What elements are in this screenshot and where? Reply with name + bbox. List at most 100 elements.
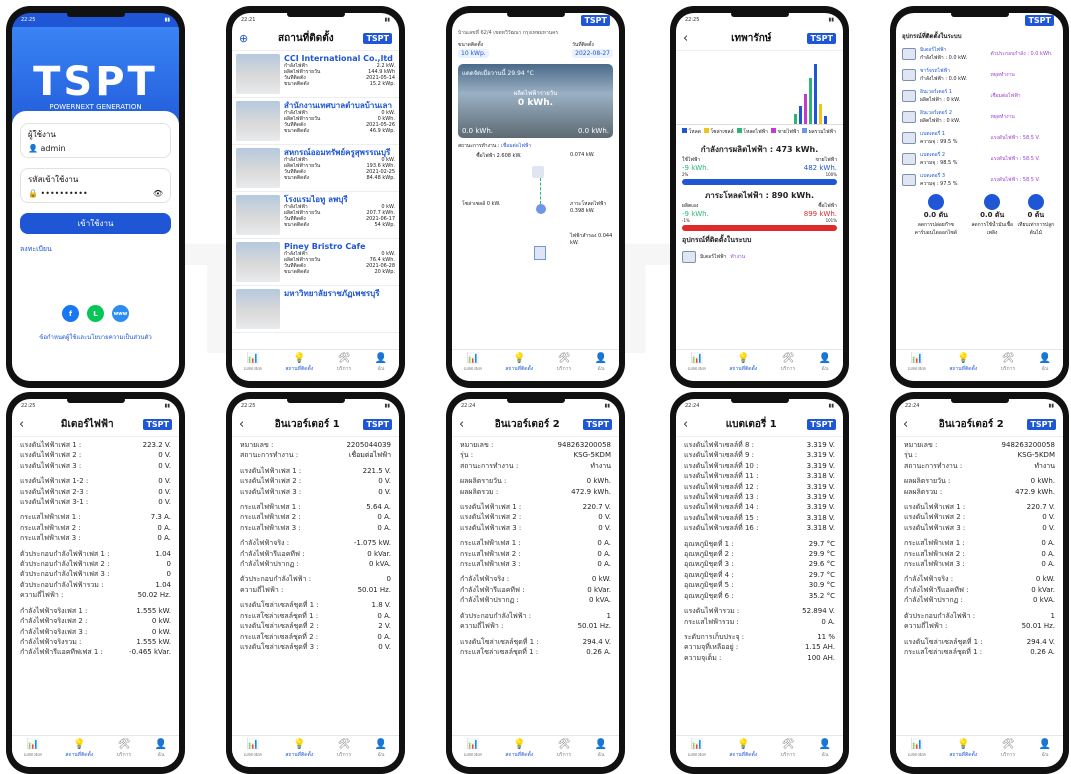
nav-item-2[interactable]: 🛠 บริการ [781,353,795,373]
device-item[interactable]: มิเตอร์ไฟฟ้า กำลังไฟฟ้า : 0.0 kW. ตัวประกอ… [902,46,1057,62]
username-field[interactable]: ผู้ใช้งาน 👤 admin [20,123,171,158]
nav-item-0[interactable]: 📊 แสดงผล [688,739,706,759]
nav-item-2[interactable]: 🛠 บริการ [557,353,571,373]
brand-logo: TSPT [33,58,158,105]
nav-item-0[interactable]: 📊 แสดงผล [908,739,926,759]
site-list-item[interactable]: โรงแรมไอทู ลพบุรี กำลังไฟฟ้า 0 kW. ผลิตไฟฟ้… [232,192,399,239]
nav-item-3[interactable]: 👤 ฉัน [819,353,831,373]
nav-icon: 👤 [594,353,608,364]
add-icon[interactable]: ⊕ [239,32,248,45]
nav-item-3[interactable]: 👤 ฉัน [155,739,167,759]
phone-devices: TSPT อุปกรณ์ที่ติดตั้งในระบบ มิเตอร์ไฟฟ้… [890,6,1069,388]
nav-item-3[interactable]: 👤 ฉัน [595,739,607,759]
nav-item-2[interactable]: 🛠 บริการ [557,739,571,759]
eye-icon[interactable]: 👁 [153,189,163,198]
back-icon[interactable]: ‹ [683,417,695,432]
back-icon[interactable]: ‹ [459,417,471,432]
site-list-item[interactable]: Piney Bristro Cafe กำลังไฟฟ้า 0 kW. ผลิตไฟฟ… [232,239,399,286]
detail-row: ความถี่ไฟฟ้า :50.01 Hz. [460,622,611,631]
detail-row: กำลังไฟฟ้าจริงรวม :1.555 kW. [20,637,171,646]
device-item[interactable]: แบตเตอรี่ 3 ความจุ : 97.5 % แรงดันไฟฟ้า : … [902,172,1057,188]
detail-row: กำลังไฟฟ้าจริง :0 kW. [904,575,1055,584]
nav-item-3[interactable]: 👤 ฉัน [1039,353,1051,373]
detail-row: ระดับการเก็บประจุ :11 % [684,632,835,641]
nav-item-1[interactable]: 💡 สถานที่ติดตั้ง [65,739,93,759]
site-name: มหาวิทยาลัยราชภัฏเพชรบุรี [284,289,380,298]
website-icon[interactable]: www [112,305,129,322]
nav-item-1[interactable]: 💡 สถานที่ติดตั้ง [505,353,533,373]
facebook-icon[interactable]: f [62,305,79,322]
nav-item-2[interactable]: 🛠 บริการ [337,353,351,373]
bottom-nav: 📊 แสดงผล 💡 สถานที่ติดตั้ง 🛠 บริการ 👤 ฉัน [452,735,619,767]
site-list-item[interactable]: สหกรณ์ออมทรัพย์ครูสุพรรณบุรี กำลังไฟฟ้า 0 … [232,145,399,192]
detail-row: อุณหภูมิชุดที่ 4 :29.7 °C [684,570,835,579]
nav-item-0[interactable]: 📊 แสดงผล [464,353,482,373]
nav-item-2[interactable]: 🛠 บริการ [781,739,795,759]
site-list-item[interactable]: มหาวิทยาลัยราชภัฏเพชรบุรี [232,286,399,333]
policy-link[interactable]: ข้อกำหนดผู้ใช้และนโยบายความเป็นส่วนตัว [20,332,171,342]
nav-icon: 💡 [73,739,86,750]
register-link[interactable]: ลงทะเบียน [20,244,171,255]
nav-icon: 🛠 [337,739,351,750]
nav-item-0[interactable]: 📊 แสดงผล [464,739,482,759]
nav-icon: 🛠 [117,739,131,750]
nav-item-1[interactable]: 💡 สถานที่ติดตั้ง [505,739,533,759]
nav-item-3[interactable]: 👤 ฉัน [375,739,387,759]
nav-item-0[interactable]: 📊 แสดงผล [244,353,262,373]
nav-item-0[interactable]: 📊 แสดงผล [244,739,262,759]
device-item[interactable]: แบตเตอรี่ 2 ความจุ : 98.5 % แรงดันไฟฟ้า : … [902,151,1057,167]
nav-item-2[interactable]: 🛠 บริการ [1001,353,1015,373]
detail-row: ตัวประกอบกำลังไฟฟ้ารวม :1.04 [20,580,171,589]
nav-item-3[interactable]: 👤 ฉัน [819,739,831,759]
detail-row: แรงดันโซล่าเซลล์ชุดที่ 2 :2 V. [240,622,391,631]
nav-item-1[interactable]: 💡 สถานที่ติดตั้ง [285,353,313,373]
detail-row: แรงดันไฟฟ้าเฟส 1-2 :0 V. [20,477,171,486]
back-icon[interactable]: ‹ [239,417,251,432]
nav-icon: 🛠 [557,353,571,364]
detail-row: กระแสไฟฟ้าเฟส 2 :0 A. [240,513,391,522]
bottom-nav: 📊 แสดงผล 💡 สถานที่ติดตั้ง 🛠 บริการ 👤 ฉัน [232,735,399,767]
nav-item-3[interactable]: 👤 ฉัน [595,353,607,373]
site-list-item[interactable]: สำนักงานเทศบาลตำบลบ้านเลา กำลังไฟฟ้า 0 kW.… [232,98,399,145]
detail-row: แรงดันโซล่าเซลล์ชุดที่ 3 :0 V. [240,642,391,651]
nav-icon: 💡 [513,739,526,750]
nav-item-0[interactable]: 📊 แสดงผล [24,739,42,759]
line-icon[interactable]: L [87,305,104,322]
back-icon[interactable]: ‹ [683,31,695,46]
nav-item-1[interactable]: 💡 สถานที่ติดตั้ง [949,739,977,759]
device-item[interactable]: อินเวอร์เตอร์ 1 ผลิตไฟฟ้า : 0 kW. เชื่อมต่… [902,88,1057,104]
login-button[interactable]: เข้าใช้งาน [20,213,171,234]
nav-item-1[interactable]: 💡 สถานที่ติดตั้ง [285,739,313,759]
nav-item-0[interactable]: 📊 แสดงผล [688,353,706,373]
device-icon [902,153,916,165]
nav-item-3[interactable]: 👤 ฉัน [375,353,387,373]
nav-icon: 🛠 [337,353,351,364]
nav-item-0[interactable]: 📊 แสดงผล [908,353,926,373]
site-name: สหกรณ์ออมทรัพย์ครูสุพรรณบุรี [284,148,391,157]
detail-row: ผลผลิตรายวัน :0 kWh. [460,477,611,486]
site-photo: แดดจัดเมื่อวานนี้ 29.94 °C ผลิตไฟฟ้ารายว… [458,64,613,138]
detail-row: กระแสไฟฟ้าเฟส 2 :0 A. [904,549,1055,558]
device-item[interactable]: แบตเตอรี่ 1 ความจุ : 99.5 % แรงดันไฟฟ้า : … [902,130,1057,146]
detail-row: กระแสโซล่าเซลล์ชุดที่ 1 :0.26 A. [904,647,1055,656]
nav-item-1[interactable]: 💡 สถานที่ติดตั้ง [949,353,977,373]
device-icon [902,111,916,123]
nav-item-3[interactable]: 👤 ฉัน [1039,739,1051,759]
nav-item-2[interactable]: 🛠 บริการ [117,739,131,759]
password-field[interactable]: รหัสเข้าใช้งาน 🔒 •••••••••• 👁 [20,168,171,203]
phone-site-chart: 22:25 ▮▮ ‹ เทพารักษ์ TSPT โหลด โซล่าเซลล์… [670,6,849,388]
site-list-item[interactable]: CCI International Co.,ltd กำลังไฟฟ้า 2.2 k… [232,51,399,98]
nav-item-1[interactable]: 💡 สถานที่ติดตั้ง [729,353,757,373]
back-icon[interactable]: ‹ [903,417,915,432]
back-icon[interactable]: ‹ [19,417,31,432]
detail-row: แรงดันไฟฟ้าเฟส 3 :0 V. [20,461,171,470]
device-item[interactable]: ชาร์จรถไฟฟ้า กำลังไฟฟ้า : 0.0 kW. หยุดทำงา… [902,67,1057,83]
site-thumbnail [236,289,280,329]
device-item[interactable]: อินเวอร์เตอร์ 2 ผลิตไฟฟ้า : 0 kW. หยุดทำงา… [902,109,1057,125]
nav-item-1[interactable]: 💡 สถานที่ติดตั้ง [729,739,757,759]
nav-item-2[interactable]: 🛠 บริการ [1001,739,1015,759]
phone-login: 22:25 ▮▮ TSPT POWERNEXT GENERATION ผู้ใช้… [6,6,185,388]
energy-bar-chart [676,51,843,125]
detail-row: สถานะการทำงาน : ทำงาน [904,461,1055,470]
nav-item-2[interactable]: 🛠 บริการ [337,739,351,759]
